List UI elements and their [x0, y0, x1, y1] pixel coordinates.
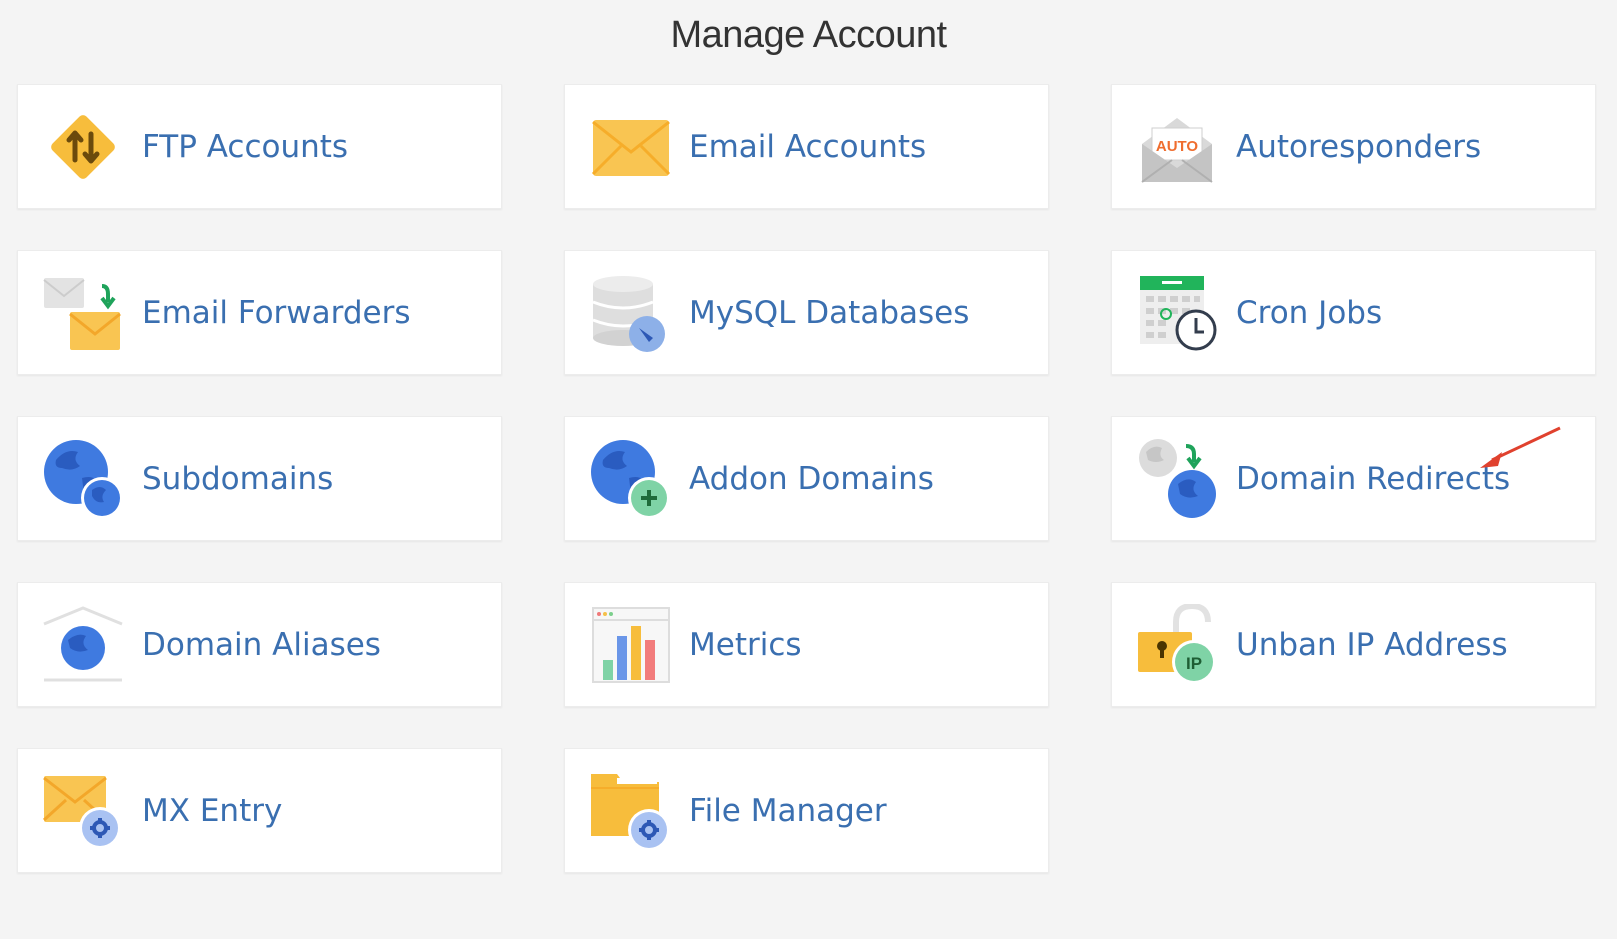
email-forwarders-card[interactable]: Email Forwarders — [17, 250, 502, 375]
page-title: Manage Account — [670, 14, 947, 56]
email-accounts-card[interactable]: Email Accounts — [564, 84, 1049, 209]
globe-house-icon — [42, 604, 124, 686]
unban-ip-address-card[interactable]: IP Unban IP Address — [1111, 582, 1596, 707]
svg-text:IP: IP — [1186, 654, 1202, 673]
addon-domains-card[interactable]: Addon Domains — [564, 416, 1049, 541]
globe-sub-icon — [42, 438, 124, 520]
ftp-accounts-label: FTP Accounts — [142, 128, 349, 165]
email-forward-icon — [42, 272, 124, 354]
manage-account-grid: FTP Accounts Email Accounts AUTO Autores… — [17, 84, 1596, 873]
addon-domains-label: Addon Domains — [689, 460, 934, 497]
email-forwarders-label: Email Forwarders — [142, 294, 411, 331]
ftp-accounts-card[interactable]: FTP Accounts — [17, 84, 502, 209]
subdomains-label: Subdomains — [142, 460, 334, 497]
envelope-icon — [589, 106, 671, 188]
metrics-label: Metrics — [689, 626, 802, 663]
globe-redirect-icon — [1136, 438, 1218, 520]
mysql-databases-label: MySQL Databases — [689, 294, 970, 331]
ftp-icon — [42, 106, 124, 188]
file-manager-label: File Manager — [689, 792, 887, 829]
unban-ip-address-label: Unban IP Address — [1236, 626, 1508, 663]
envelope-gear-icon — [42, 770, 124, 852]
email-accounts-label: Email Accounts — [689, 128, 927, 165]
bar-chart-icon — [589, 604, 671, 686]
mysql-databases-card[interactable]: MySQL Databases — [564, 250, 1049, 375]
autoresponders-card[interactable]: AUTO Autoresponders — [1111, 84, 1596, 209]
autoresponders-label: Autoresponders — [1236, 128, 1482, 165]
annotation-arrow-icon — [1480, 426, 1561, 468]
domain-aliases-card[interactable]: Domain Aliases — [17, 582, 502, 707]
domain-aliases-label: Domain Aliases — [142, 626, 381, 663]
cron-jobs-card[interactable]: Cron Jobs — [1111, 250, 1596, 375]
folder-gear-icon — [589, 770, 671, 852]
subdomains-card[interactable]: Subdomains — [17, 416, 502, 541]
svg-text:AUTO: AUTO — [1156, 138, 1199, 155]
mx-entry-label: MX Entry — [142, 792, 283, 829]
metrics-card[interactable]: Metrics — [564, 582, 1049, 707]
calendar-clock-icon — [1136, 272, 1218, 354]
cron-jobs-label: Cron Jobs — [1236, 294, 1383, 331]
auto-envelope-icon: AUTO — [1136, 106, 1218, 188]
file-manager-card[interactable]: File Manager — [564, 748, 1049, 873]
database-icon — [589, 272, 671, 354]
globe-plus-icon — [589, 438, 671, 520]
lock-ip-icon: IP — [1136, 603, 1218, 686]
domain-redirects-label: Domain Redirects — [1236, 460, 1511, 497]
mx-entry-card[interactable]: MX Entry — [17, 748, 502, 873]
